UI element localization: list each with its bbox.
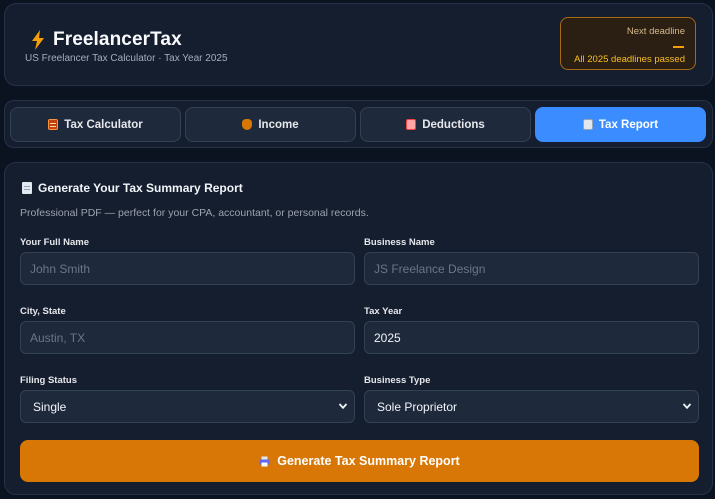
tab-income[interactable]: Income (185, 107, 356, 142)
generate-report-button[interactable]: Generate Tax Summary Report (20, 440, 699, 482)
receipt-icon (406, 119, 417, 130)
tab-deductions[interactable]: Deductions (360, 107, 531, 142)
report-description: Professional PDF — perfect for your CPA,… (20, 207, 369, 219)
business-name-input[interactable] (364, 252, 699, 285)
deadline-value (673, 46, 684, 48)
chevron-down-icon (338, 403, 348, 410)
city-state-input[interactable] (20, 321, 355, 354)
app-subtitle: US Freelancer Tax Calculator · Tax Year … (25, 53, 228, 64)
full-name-label: Your Full Name (20, 237, 89, 248)
chevron-down-icon (682, 403, 692, 410)
filing-status-label: Filing Status (20, 375, 77, 386)
document-icon (582, 119, 593, 130)
app-title: FreelancerTax (53, 29, 182, 50)
tab-label: Income (258, 118, 299, 131)
money-bag-icon (242, 119, 253, 130)
tab-label: Deductions (422, 118, 485, 131)
business-type-label: Business Type (364, 375, 431, 386)
calculator-icon (48, 119, 59, 130)
printer-icon (259, 456, 270, 466)
tab-tax-report[interactable]: Tax Report (535, 107, 706, 142)
business-name-label: Business Name (364, 237, 435, 248)
tab-tax-calculator[interactable]: Tax Calculator (10, 107, 181, 142)
deadline-status: All 2025 deadlines passed (574, 54, 685, 65)
tab-bar: Tax Calculator Income Deductions Tax Rep… (4, 100, 713, 148)
tax-year-label: Tax Year (364, 306, 403, 317)
business-type-value: Sole Proprietor (377, 400, 458, 414)
report-title: Generate Your Tax Summary Report (38, 181, 243, 195)
filing-status-value: Single (33, 400, 67, 414)
filing-status-select[interactable]: Single (20, 390, 355, 423)
tax-year-input[interactable] (364, 321, 699, 354)
tab-label: Tax Report (598, 118, 659, 131)
report-form-card: Generate Your Tax Summary Report Profess… (4, 162, 713, 495)
tab-label: Tax Calculator (64, 118, 143, 131)
document-icon (22, 182, 32, 194)
deadline-panel: Next deadline All 2025 deadlines passed (560, 17, 696, 70)
lightning-bolt-icon (32, 30, 44, 50)
app-header: FreelancerTax US Freelancer Tax Calculat… (4, 3, 713, 86)
business-type-select[interactable]: Sole Proprietor (364, 390, 699, 423)
deadline-label: Next deadline (626, 26, 685, 37)
generate-report-label: Generate Tax Summary Report (277, 454, 460, 468)
city-state-label: City, State (20, 306, 66, 317)
full-name-input[interactable] (20, 252, 355, 285)
